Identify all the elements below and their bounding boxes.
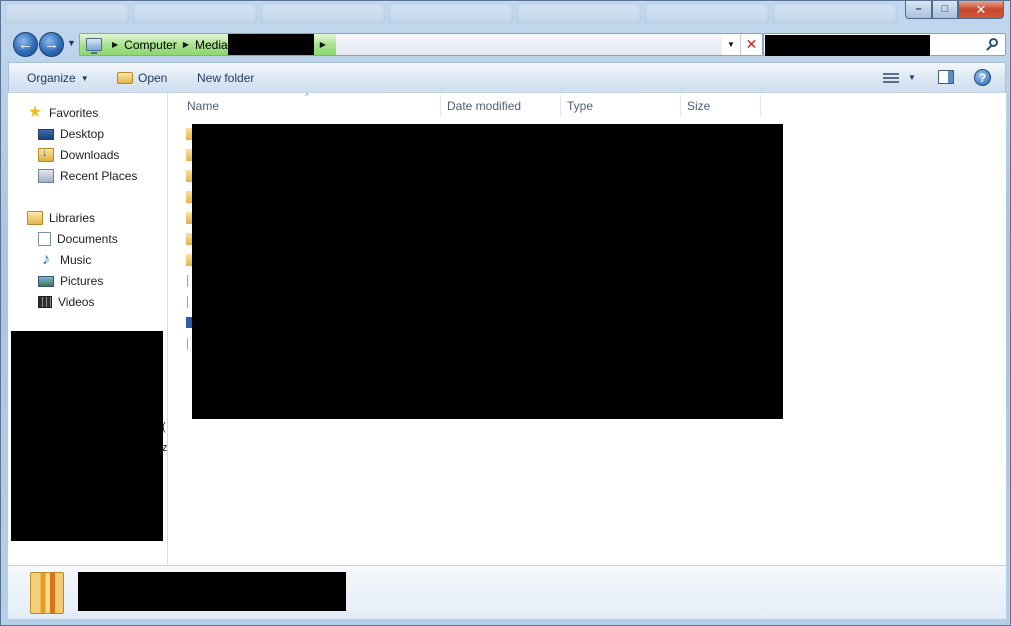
address-progress-track bbox=[335, 34, 722, 55]
minimize-icon: – bbox=[915, 3, 922, 15]
background-tab bbox=[5, 3, 129, 23]
sidebar-item-pictures[interactable]: Pictures bbox=[38, 272, 103, 290]
sidebar-item-label: Recent Places bbox=[60, 169, 138, 183]
details-pane bbox=[8, 565, 1006, 619]
close-button[interactable]: ✕ bbox=[958, 1, 1004, 19]
sidebar-item-downloads[interactable]: Downloads bbox=[38, 146, 119, 164]
sidebar-item-label: Downloads bbox=[60, 148, 120, 162]
folder-open-icon bbox=[117, 72, 133, 84]
background-tab bbox=[645, 3, 769, 23]
chevron-down-icon: ▼ bbox=[80, 73, 89, 83]
star-icon: ★ bbox=[27, 104, 43, 121]
forward-button[interactable]: → bbox=[39, 32, 64, 57]
content-area: ★ Favorites Desktop Downloads Recent Pla… bbox=[8, 92, 1006, 565]
breadcrumb-separator[interactable]: ▶ bbox=[112, 40, 118, 49]
selected-item-thumbnail bbox=[30, 572, 64, 614]
redacted-file-list bbox=[192, 124, 783, 419]
videos-icon bbox=[38, 296, 52, 308]
address-bar[interactable]: ▶ Computer ▶ Media ▶ ▼ ✕ bbox=[79, 33, 763, 56]
background-tab bbox=[389, 3, 513, 23]
background-tab bbox=[773, 3, 897, 23]
breadcrumb-computer[interactable]: Computer bbox=[124, 38, 177, 52]
minimize-button[interactable]: – bbox=[905, 1, 932, 19]
sidebar-item-recent-places[interactable]: Recent Places bbox=[38, 167, 137, 185]
back-button[interactable]: ← bbox=[13, 32, 38, 57]
stop-button[interactable]: ✕ bbox=[740, 34, 762, 55]
close-icon: ✕ bbox=[975, 2, 987, 17]
sidebar-item-music[interactable]: ♪ Music bbox=[38, 251, 91, 269]
column-header-name[interactable]: Name bbox=[181, 95, 441, 117]
stop-icon: ✕ bbox=[745, 36, 758, 52]
preview-pane-icon[interactable] bbox=[938, 70, 954, 84]
sidebar-item-documents[interactable]: Documents bbox=[38, 230, 118, 248]
column-header-date-modified[interactable]: Date modified bbox=[441, 95, 561, 117]
organize-button[interactable]: Organize ▼ bbox=[27, 71, 89, 85]
recent-pages-dropdown[interactable]: ▼ bbox=[67, 38, 76, 48]
redacted-item-details bbox=[78, 572, 346, 611]
organize-label: Organize bbox=[27, 71, 76, 85]
pictures-icon bbox=[38, 275, 54, 287]
back-arrow-icon: ← bbox=[18, 36, 33, 53]
breadcrumb-separator[interactable]: ▶ bbox=[320, 40, 326, 49]
documents-icon bbox=[38, 232, 51, 246]
computer-icon bbox=[86, 38, 102, 54]
redacted-navigation-items bbox=[11, 331, 163, 541]
navigation-row: ← → ▼ ▶ Computer ▶ Media ▶ ▼ ✕ bbox=[9, 31, 1006, 57]
open-button[interactable]: Open bbox=[117, 71, 167, 85]
background-tab bbox=[133, 3, 257, 23]
sidebar-item-label: Favorites bbox=[49, 106, 99, 120]
truncated-text: z bbox=[162, 442, 168, 454]
breadcrumb-media[interactable]: Media bbox=[195, 38, 228, 52]
sidebar-item-label: Desktop bbox=[60, 127, 105, 141]
view-options-dropdown[interactable]: ▼ bbox=[908, 73, 916, 82]
sidebar-item-label: Music bbox=[60, 253, 92, 267]
sidebar-item-label: Documents bbox=[57, 232, 118, 246]
recent-places-icon bbox=[38, 169, 54, 183]
libraries-icon bbox=[27, 211, 43, 225]
sidebar-item-label: Libraries bbox=[49, 211, 96, 225]
maximize-icon: □ bbox=[941, 3, 949, 15]
sidebar-item-libraries[interactable]: Libraries bbox=[27, 209, 95, 227]
sidebar-item-desktop[interactable]: Desktop bbox=[38, 125, 104, 143]
forward-arrow-icon: → bbox=[44, 36, 59, 53]
new-folder-label: New folder bbox=[197, 71, 255, 85]
breadcrumb: ▶ Computer ▶ Media ▶ bbox=[80, 34, 336, 55]
new-folder-button[interactable]: New folder bbox=[197, 71, 254, 85]
help-icon[interactable]: ? bbox=[974, 69, 991, 86]
truncated-text: ( bbox=[162, 421, 166, 433]
open-label: Open bbox=[138, 71, 168, 85]
desktop-icon bbox=[38, 128, 54, 140]
background-tab bbox=[517, 3, 641, 23]
maximize-button[interactable]: □ bbox=[932, 1, 958, 19]
breadcrumb-separator[interactable]: ▶ bbox=[183, 40, 189, 49]
redacted-search-text bbox=[765, 35, 930, 56]
column-header-size[interactable]: Size bbox=[681, 95, 761, 117]
window-controls: – □ ✕ bbox=[905, 1, 1004, 19]
address-dropdown-icon[interactable]: ▼ bbox=[722, 40, 740, 49]
redacted-breadcrumb bbox=[227, 34, 314, 55]
change-view-icon[interactable] bbox=[883, 71, 899, 84]
sidebar-item-label: Videos bbox=[58, 295, 95, 309]
navigation-pane: ★ Favorites Desktop Downloads Recent Pla… bbox=[8, 93, 168, 565]
sidebar-item-label: Pictures bbox=[60, 274, 104, 288]
background-tab bbox=[261, 3, 385, 23]
search-input[interactable] bbox=[763, 33, 1006, 56]
sidebar-item-videos[interactable]: Videos bbox=[38, 293, 94, 311]
music-icon: ♪ bbox=[42, 251, 50, 268]
command-bar: Organize ▼ Open New folder ▼ ? bbox=[8, 62, 1006, 93]
downloads-icon bbox=[38, 147, 54, 162]
file-list-pane: ^ Name Date modified Type Size bbox=[169, 92, 1006, 565]
sidebar-item-favorites[interactable]: ★ Favorites bbox=[27, 104, 99, 122]
column-header-type[interactable]: Type bbox=[561, 95, 681, 117]
background-browser-tabs bbox=[1, 1, 901, 27]
explorer-window: – □ ✕ ← → ▼ ▶ Computer ▶ Media ▶ ▼ ✕ Org… bbox=[0, 0, 1011, 626]
search-icon[interactable] bbox=[989, 38, 998, 47]
